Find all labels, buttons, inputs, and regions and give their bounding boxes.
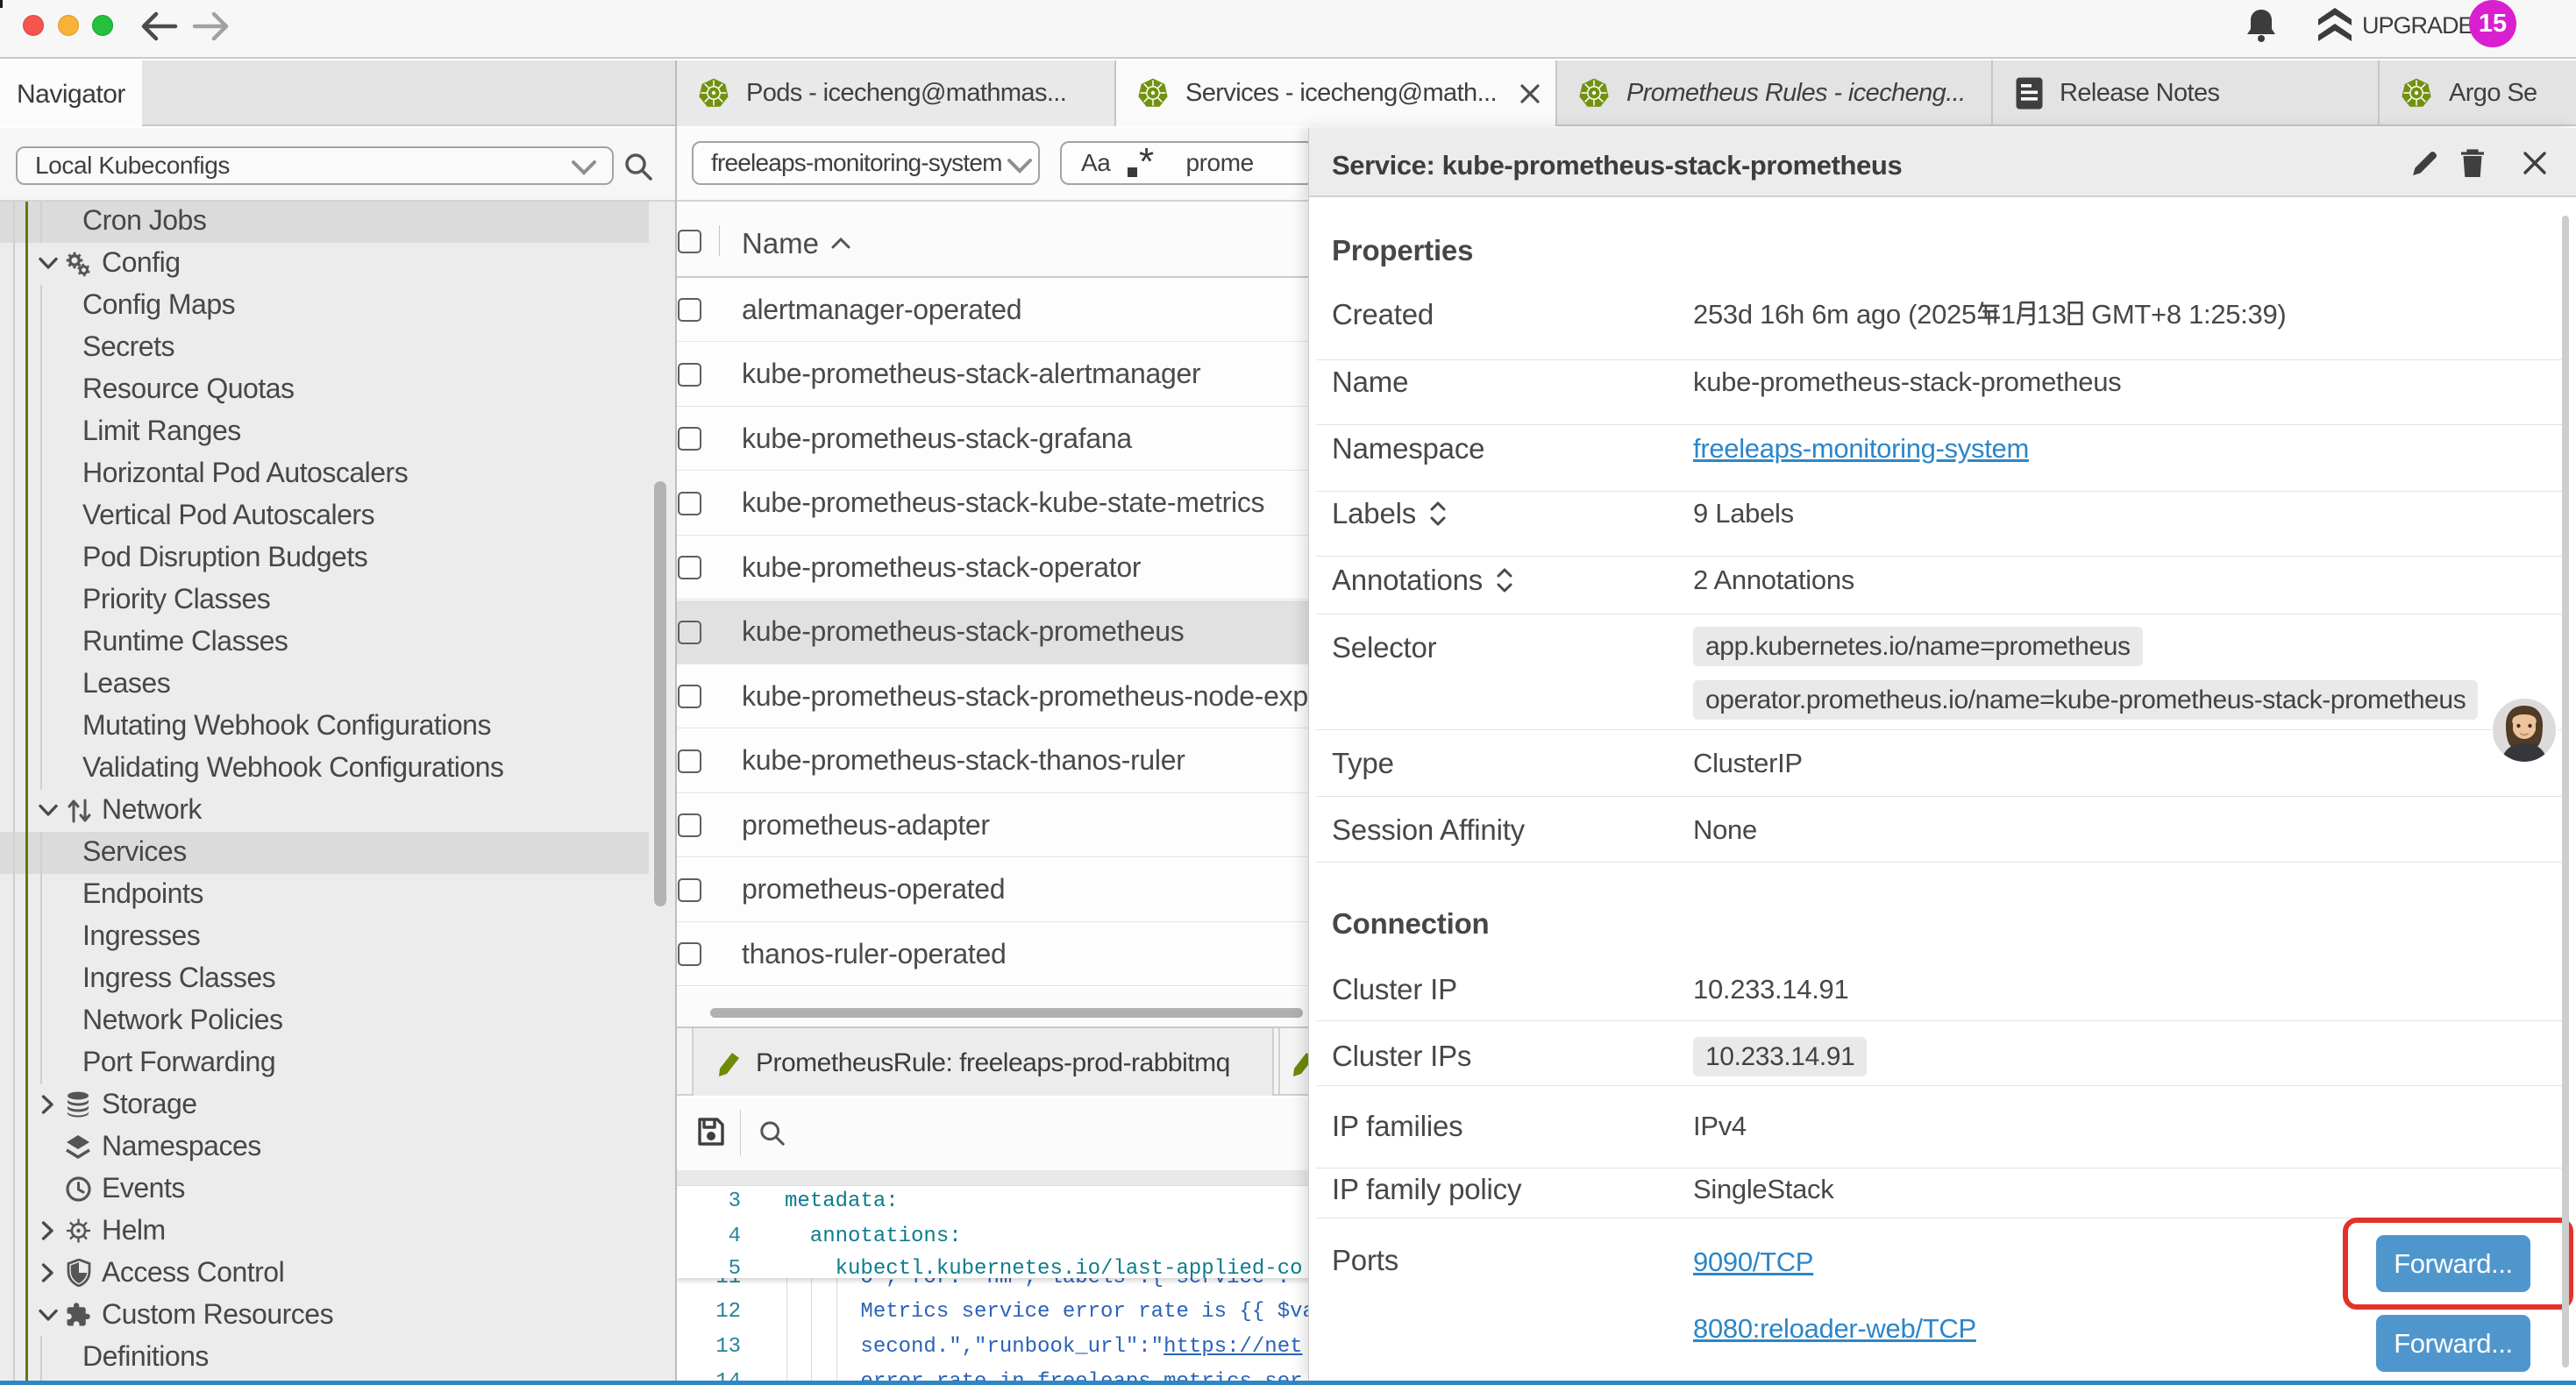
svg-text:*: * — [1139, 148, 1154, 178]
